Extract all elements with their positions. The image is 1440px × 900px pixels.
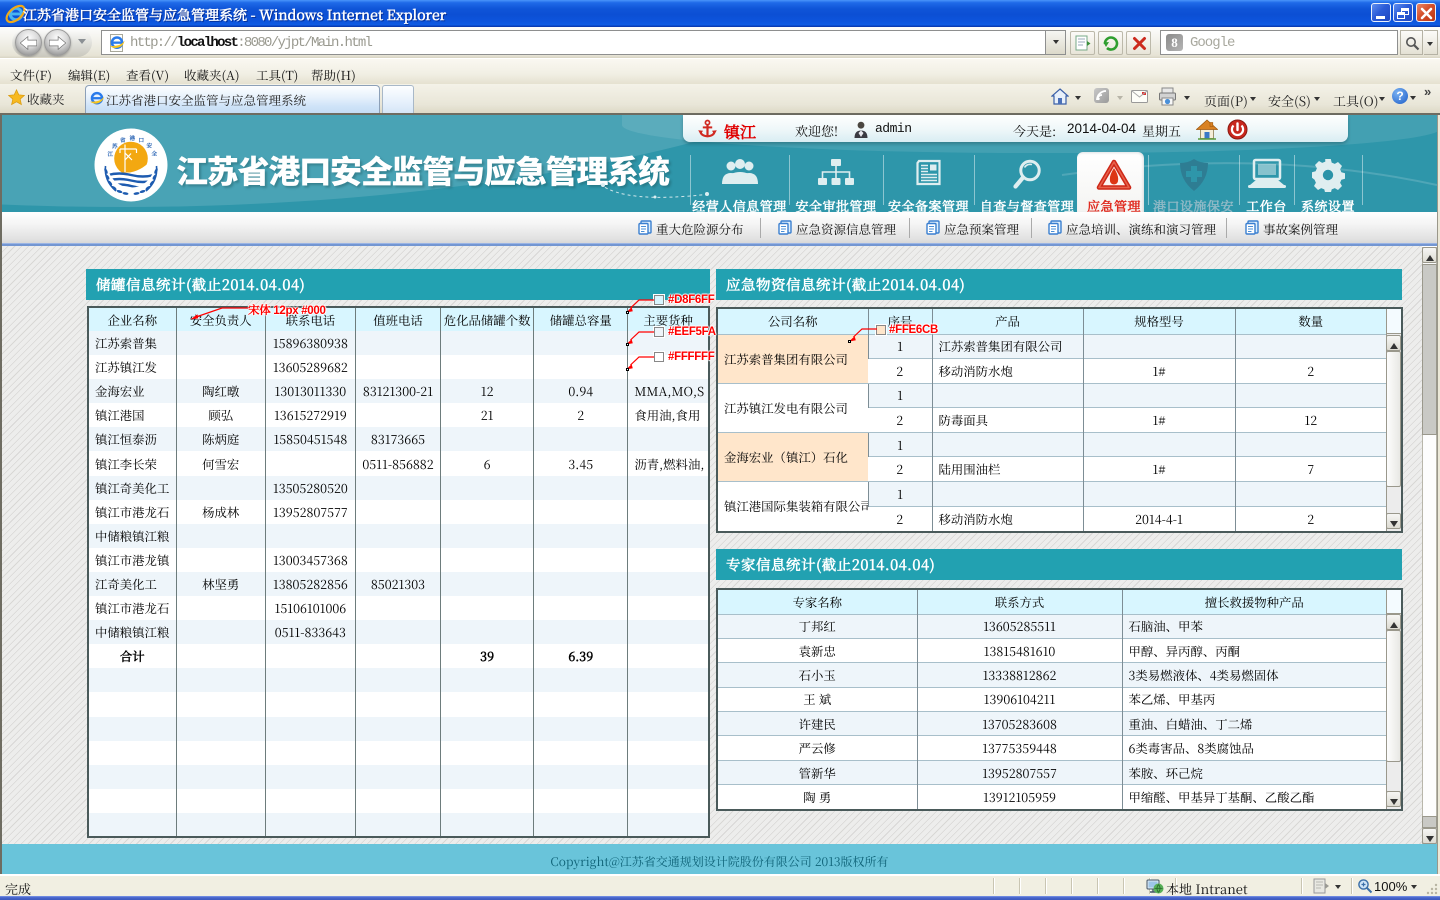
svg-text:安: 安 (147, 142, 153, 150)
svg-text:口: 口 (139, 136, 145, 144)
svg-text:省: 省 (120, 136, 126, 144)
svg-text:苏: 苏 (112, 142, 118, 150)
svg-text:全: 全 (152, 150, 158, 158)
svg-text:江: 江 (107, 150, 114, 158)
svg-text:港: 港 (130, 134, 136, 142)
